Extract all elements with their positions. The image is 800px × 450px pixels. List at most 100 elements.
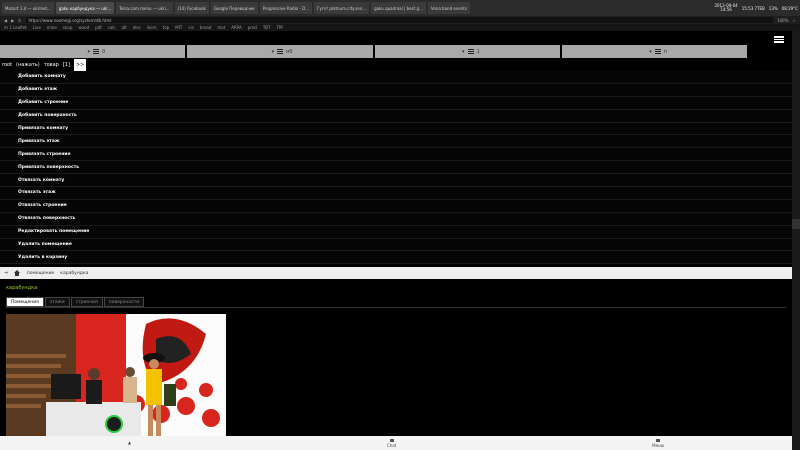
browser-tab[interactable]: Google Переводчик (210, 2, 258, 14)
menu-item[interactable]: Удалить в корзину (0, 251, 792, 265)
menu-item[interactable]: Добавить строение (0, 96, 792, 110)
clock: 2012-09-04 14:56 (714, 4, 737, 12)
reload-icon[interactable]: ↻ (18, 18, 21, 23)
menu-item[interactable]: Привязать поверхность (0, 161, 792, 175)
menu-item[interactable]: Отвязать поверхность (0, 212, 792, 226)
bookmark-item[interactable]: elec (133, 25, 141, 30)
room-photo (6, 314, 226, 436)
tab-rooms[interactable]: Помещения (6, 297, 44, 307)
bookmark-item[interactable]: ARPA (231, 25, 241, 30)
breadcrumb-item[interactable]: карабундка (60, 271, 88, 276)
bookmark-item[interactable]: TPF (276, 25, 283, 30)
command-action[interactable]: (нажать) (16, 62, 40, 68)
menu-icon (656, 438, 661, 442)
address-bar: ◀ ▶ ↻ https://www.noemegi.org/system/db.… (0, 16, 800, 24)
chevron-down-icon: ▾ (87, 48, 91, 55)
tab-buildings[interactable]: строения (70, 297, 103, 307)
bookmark-item[interactable]: MIT (175, 25, 182, 30)
tray-text: 08:29°C (781, 5, 798, 11)
command-root[interactable]: root (2, 62, 12, 68)
scrollbar[interactable] (792, 31, 800, 450)
menu-item[interactable]: Привязать строение (0, 148, 792, 162)
command-object[interactable]: товар (44, 62, 59, 68)
browser-tab-bar: Mozart 1.4 — ukrinet... gaku карбундука … (0, 0, 800, 16)
menu-item[interactable]: Привязать комнату (0, 122, 792, 136)
bookmark-item[interactable]: mot (217, 25, 225, 30)
star-icon[interactable]: ☆ (792, 18, 796, 23)
menu-item[interactable]: Отвязать этаж (0, 187, 792, 200)
tab-floors[interactable]: этажи (44, 297, 70, 307)
browser-tab[interactable]: Гугл! platnum.city.sen... (314, 2, 370, 14)
menu-item[interactable]: Добавить этаж (0, 83, 792, 97)
bookmark-item[interactable]: m 1 Leaflet (4, 25, 27, 30)
bookmark-item[interactable]: calc (108, 25, 116, 30)
bookmark-item[interactable]: Live (33, 25, 41, 30)
bottom-navigation: ▲ Chat Меню (0, 436, 792, 450)
select-value: нб (286, 48, 293, 55)
bookmark-item[interactable]: mine (47, 25, 57, 30)
browser-tab[interactable]: Mozart 1.4 — ukrinet... (2, 2, 54, 14)
menu-item[interactable]: Редактировать помещение (0, 225, 792, 239)
nav-label: Chat (386, 442, 397, 448)
menu-item[interactable]: Отвязать строение (0, 199, 792, 213)
clock-time: 14:56 (720, 7, 732, 12)
tab-surfaces[interactable]: поверхности (103, 297, 145, 307)
bookmark-item[interactable]: ikem (147, 25, 157, 30)
scrollbar-thumb[interactable] (792, 219, 800, 229)
bookmark-item[interactable]: bread (200, 25, 212, 30)
menu-item[interactable]: Отвязать комнату (0, 174, 792, 188)
page-title: карабундка (6, 285, 38, 291)
divider (6, 307, 786, 308)
browser-tab[interactable]: Telsa.com.menu — ukri... (116, 2, 173, 14)
menu-item[interactable]: Удалить помещение (0, 238, 792, 252)
list-icon (467, 48, 474, 55)
bookmark-item[interactable]: vis (188, 25, 194, 30)
select-dropdown[interactable]: ▾ п (561, 45, 747, 58)
forward-icon[interactable]: ▶ (11, 18, 14, 23)
nav-label: Меню (652, 442, 665, 448)
content-tabs: Помещения этажи строения поверхности (6, 297, 145, 307)
url-input[interactable]: https://www.noemegi.org/system/db.html (25, 17, 773, 23)
bookmark-item[interactable]: shop (63, 25, 73, 30)
breadcrumb: ⇥ помещение карабундка (0, 267, 792, 279)
menu-item[interactable]: Привязать этаж (0, 135, 792, 149)
command-bracket[interactable]: [1] (63, 62, 70, 68)
bookmark-item[interactable]: wood (78, 25, 89, 30)
list-icon (654, 48, 661, 55)
bookmark-item[interactable]: pdf (95, 25, 102, 30)
select-value: п (663, 48, 667, 55)
nav-menu[interactable]: Меню (652, 438, 665, 448)
zoom-level[interactable]: 100% (777, 18, 788, 23)
browser-tab[interactable]: (14) Facebook (174, 2, 209, 14)
chevron-down-icon: ▾ (462, 48, 465, 55)
chevron-down-icon: ▾ (271, 48, 275, 55)
nav-home[interactable]: ▲ (128, 440, 131, 446)
action-menu: Добавить комнату Добавить этаж Добавить ст… (0, 71, 792, 265)
menu-item[interactable]: Добавить комнату (0, 71, 792, 84)
browser-tab[interactable]: Vena band events (427, 2, 470, 14)
select-row: ▾ 0 ▾ нб ▾ 1 ▾ п (0, 45, 747, 58)
select-dropdown[interactable]: ▾ 0 (0, 45, 186, 58)
hamburger-menu-icon[interactable] (774, 35, 784, 43)
select-value: 1 (476, 48, 480, 55)
go-button[interactable]: >> (73, 58, 87, 71)
bookmark-item[interactable]: TBT (263, 25, 271, 30)
menu-item[interactable]: Добавить поверхность (0, 109, 792, 123)
breadcrumb-item[interactable]: помещение (27, 271, 55, 276)
bookmark-item[interactable]: prod (248, 25, 257, 30)
arrow-right-icon[interactable]: ⇥ (4, 271, 8, 276)
select-dropdown[interactable]: ▾ нб (187, 45, 373, 58)
system-tray: 2012-09-04 14:56 15:53 7TEB 13% 08:29°C (714, 4, 798, 12)
select-dropdown[interactable]: ▾ 1 (374, 45, 560, 58)
home-icon[interactable] (13, 270, 21, 276)
list-icon (277, 48, 284, 55)
back-icon[interactable]: ◀ (4, 18, 7, 23)
browser-tab-active[interactable]: gaku карбундука — ukr... (55, 2, 115, 14)
browser-tab[interactable]: Progressive Radio - D... (259, 2, 313, 14)
nav-chat[interactable]: Chat (386, 438, 397, 448)
tray-text: 15:53 7TEB (741, 5, 765, 11)
browser-tab[interactable]: gaku quadroal | best g... (371, 2, 426, 14)
chevron-down-icon: ▾ (649, 48, 652, 55)
bookmark-item[interactable]: top (163, 25, 170, 30)
bookmark-item[interactable]: alt (122, 25, 127, 30)
